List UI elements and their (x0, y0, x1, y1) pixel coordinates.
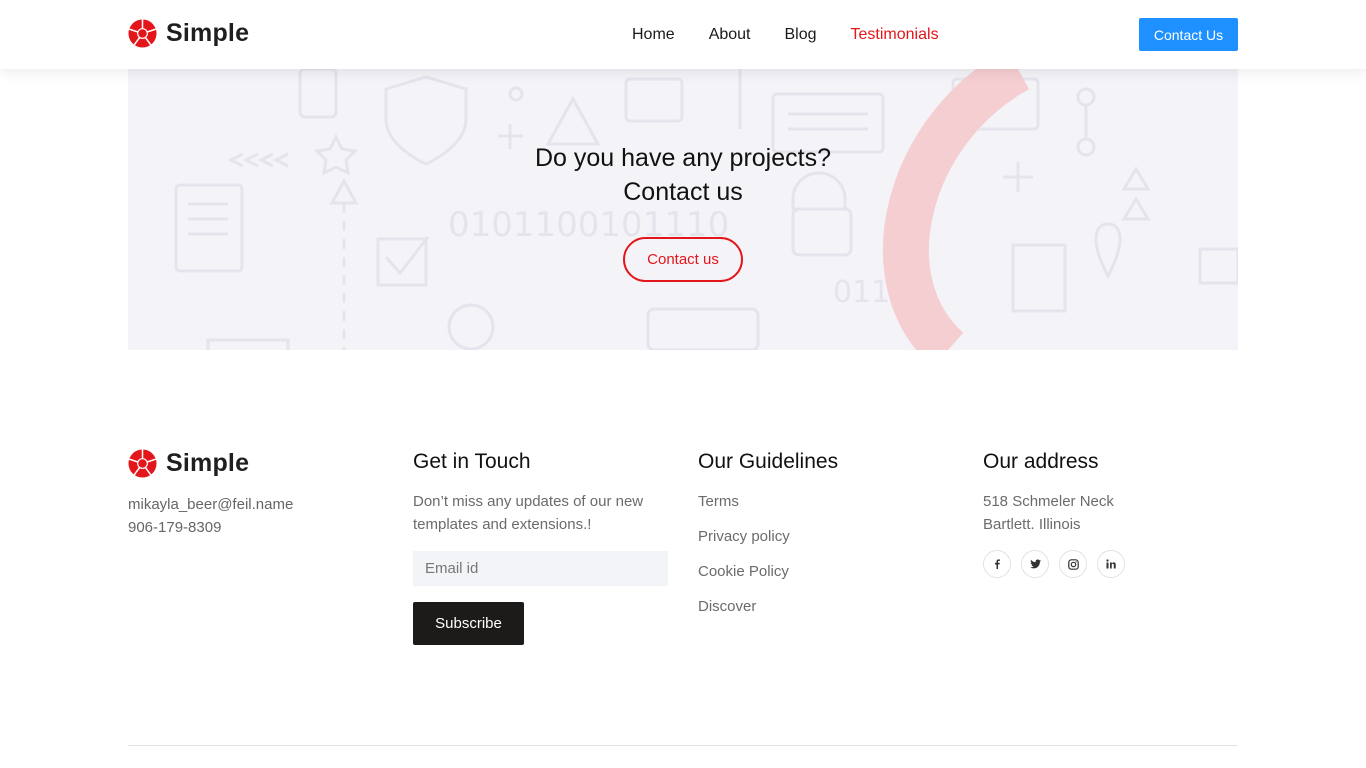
banner-background-illustration: 0101100101110 01110 (128, 69, 1238, 350)
aperture-icon (128, 19, 157, 48)
instagram-icon[interactable] (1059, 550, 1087, 578)
banner-title: Do you have any projects? Contact us (128, 141, 1238, 209)
address-heading: Our address (983, 450, 1099, 473)
banner-contact-button[interactable]: Contact us (623, 237, 743, 282)
footer-brand-name: Simple (166, 449, 250, 477)
linkedin-icon[interactable] (1097, 550, 1125, 578)
address-line1: 518 Schmeler Neck (983, 493, 1114, 510)
footer-contact-info: mikayla_beer@feil.name 906-179-8309 (128, 493, 293, 539)
aperture-icon (128, 449, 157, 478)
header-contact-button[interactable]: Contact Us (1139, 18, 1238, 51)
subscribe-button[interactable]: Subscribe (413, 602, 524, 645)
footer-logo[interactable]: Simple (128, 449, 249, 478)
link-discover[interactable]: Discover (698, 595, 958, 618)
address-text: 518 Schmeler Neck Bartlett. Illinois (983, 490, 1243, 536)
newsletter-text: Don’t miss any updates of our new templa… (413, 493, 644, 533)
nav-testimonials[interactable]: Testimonials (851, 25, 939, 45)
header-logo[interactable]: Simple (128, 19, 249, 48)
get-in-touch-column: Get in Touch Don’t miss any updates of o… (413, 448, 673, 536)
site-header: Simple Home About Blog Testimonials Cont… (0, 0, 1366, 69)
footer-divider (128, 745, 1238, 746)
main-nav: Home About Blog Testimonials (632, 25, 973, 45)
facebook-icon[interactable] (983, 550, 1011, 578)
get-in-touch-heading: Get in Touch (413, 450, 531, 473)
link-terms[interactable]: Terms (698, 490, 958, 513)
address-column: Our address 518 Schmeler Neck Bartlett. … (983, 448, 1243, 536)
guidelines-heading: Our Guidelines (698, 450, 839, 473)
link-privacy-policy[interactable]: Privacy policy (698, 525, 958, 548)
nav-home[interactable]: Home (632, 25, 675, 45)
footer-email[interactable]: mikayla_beer@feil.name (128, 493, 293, 516)
nav-about[interactable]: About (709, 25, 751, 45)
brand-name: Simple (166, 19, 250, 47)
guidelines-links: Terms Privacy policy Cookie Policy Disco… (698, 490, 958, 618)
contact-banner: 0101100101110 01110 Do you have any proj… (128, 69, 1238, 350)
social-links (983, 550, 1135, 578)
footer-phone[interactable]: 906-179-8309 (128, 516, 293, 539)
guidelines-column: Our Guidelines Terms Privacy policy Cook… (698, 448, 958, 630)
banner-title-line2: Contact us (623, 178, 743, 206)
address-line2: Bartlett. Illinois (983, 516, 1081, 533)
twitter-icon[interactable] (1021, 550, 1049, 578)
newsletter-email-input[interactable] (413, 551, 668, 586)
nav-blog[interactable]: Blog (785, 25, 817, 45)
link-cookie-policy[interactable]: Cookie Policy (698, 560, 958, 583)
banner-title-line1: Do you have any projects? (534, 144, 831, 172)
